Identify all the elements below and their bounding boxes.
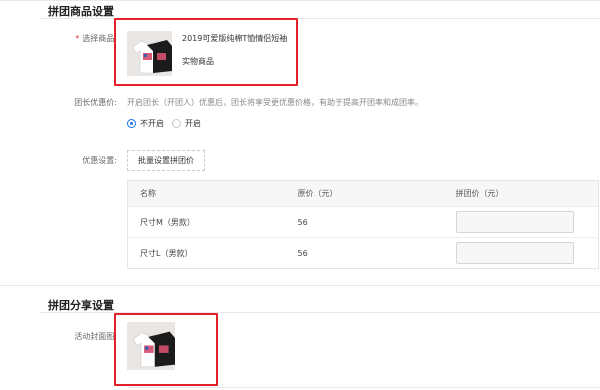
radio-label-disable: 不开启 bbox=[140, 119, 164, 128]
batch-set-price-button[interactable]: 批量设置拼团价 bbox=[127, 150, 205, 171]
section-title-goods: 拼团商品设置 bbox=[48, 5, 114, 18]
radio-enable[interactable]: 开启 bbox=[172, 118, 201, 129]
table-header-row: 名称 原价（元） 拼团价（元） bbox=[127, 180, 599, 207]
table-row: 尺寸M（男款） 56 bbox=[127, 206, 599, 238]
top-divider bbox=[0, 0, 600, 1]
required-mark: * bbox=[75, 34, 80, 43]
sku-name: 尺寸L（男款） bbox=[127, 237, 286, 269]
section-divider bbox=[0, 285, 600, 286]
cover-image-label: 活动封面图: bbox=[74, 332, 117, 341]
section-title-share: 拼团分享设置 bbox=[48, 299, 114, 312]
product-name: 2019可爱版纯棉T恤情侣短袖 bbox=[182, 34, 288, 43]
radio-label-enable: 开启 bbox=[185, 119, 201, 128]
leader-discount-label: 团长优惠价: bbox=[74, 98, 117, 107]
original-price: 56 bbox=[285, 206, 444, 238]
leader-discount-description: 开启团长（开团人）优惠后，团长将享受更优惠价格，有助于提高开团率和成团率。 bbox=[127, 98, 423, 107]
column-header-group-price: 拼团价（元） bbox=[443, 180, 599, 207]
radio-button-unchecked[interactable] bbox=[172, 119, 181, 128]
radio-button-checked[interactable] bbox=[127, 119, 136, 128]
radio-disable[interactable]: 不开启 bbox=[127, 118, 164, 129]
original-price: 56 bbox=[285, 237, 444, 269]
discount-setting-label: 优惠设置: bbox=[82, 156, 117, 165]
table-row: 尺寸L（男款） 56 bbox=[127, 237, 599, 269]
select-goods-label: * 选择商品: bbox=[75, 34, 117, 43]
price-table: 名称 原价（元） 拼团价（元） 尺寸M（男款） 56 尺寸L（男款） 56 bbox=[127, 180, 599, 269]
group-price-input[interactable] bbox=[455, 242, 574, 264]
tshirt-image bbox=[127, 322, 175, 370]
sku-name: 尺寸M（男款） bbox=[127, 206, 286, 238]
column-header-original-price: 原价（元） bbox=[285, 180, 444, 207]
column-header-name: 名称 bbox=[127, 180, 286, 207]
product-type: 实物商品 bbox=[182, 57, 214, 66]
cover-thumbnail[interactable] bbox=[127, 322, 175, 370]
group-price-input[interactable] bbox=[455, 211, 574, 233]
tshirt-image bbox=[127, 31, 172, 76]
bottom-divider bbox=[127, 387, 600, 388]
product-thumbnail[interactable] bbox=[127, 31, 172, 76]
